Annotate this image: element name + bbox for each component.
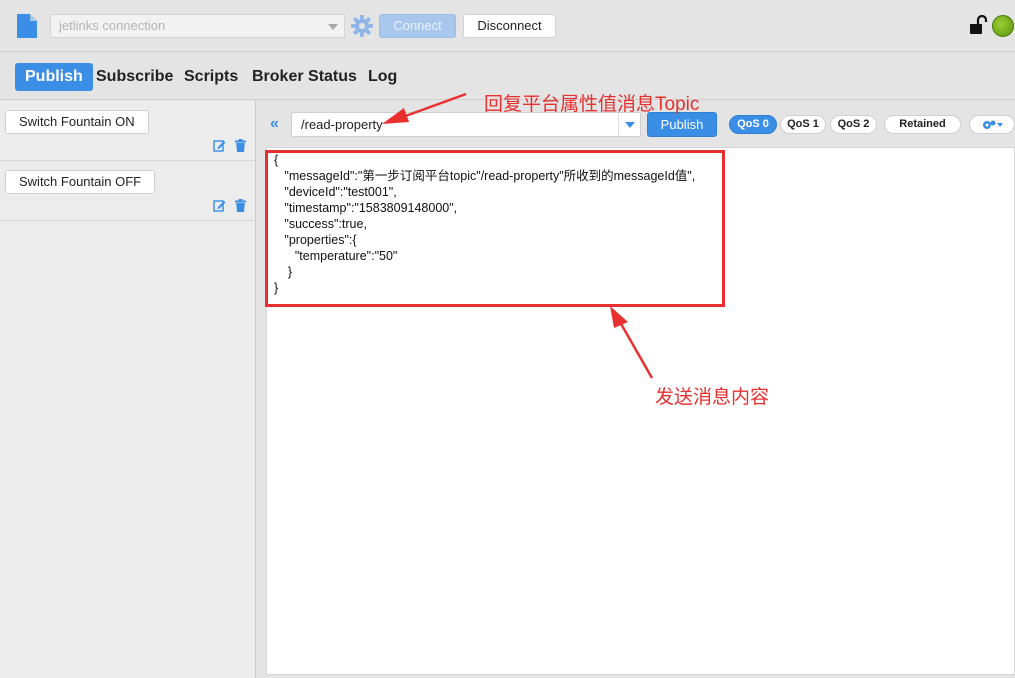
chevron-down-icon (625, 122, 635, 128)
qos-0-toggle[interactable]: QoS 0 (729, 115, 777, 134)
gear-icon[interactable] (351, 15, 373, 37)
tab-subscribe[interactable]: Subscribe (96, 63, 173, 91)
tab-publish[interactable]: Publish (15, 63, 93, 91)
edit-icon[interactable] (213, 139, 226, 152)
tab-broker-status[interactable]: Broker Status (252, 63, 357, 91)
retained-toggle[interactable]: Retained (884, 115, 961, 134)
connection-select[interactable]: jetlinks connection (50, 14, 345, 38)
topic-history-dropdown[interactable] (618, 113, 640, 136)
connect-button[interactable]: Connect (379, 14, 456, 38)
list-item: Switch Fountain ON (0, 101, 256, 161)
annotation-highlight-box (265, 150, 725, 307)
status-dot-icon (992, 15, 1014, 37)
trash-icon[interactable] (235, 199, 246, 212)
qos-2-toggle[interactable]: QoS 2 (830, 115, 877, 134)
unlock-icon (970, 15, 988, 34)
list-item: Switch Fountain OFF (0, 161, 256, 221)
options-gear-icon (983, 120, 1003, 129)
edit-icon[interactable] (213, 199, 226, 212)
trash-icon[interactable] (235, 139, 246, 152)
file-icon (17, 14, 37, 38)
annotation-topic-note: 回复平台属性值消息Topic (484, 94, 700, 115)
connection-select-value: jetlinks connection (59, 18, 166, 33)
disconnect-button[interactable]: Disconnect (463, 14, 556, 38)
top-toolbar: jetlinks connection Connect Disconnect (0, 0, 1015, 52)
options-dropdown[interactable] (969, 115, 1015, 134)
annotation-payload-note: 发送消息内容 (655, 387, 770, 408)
qos-1-toggle[interactable]: QoS 1 (780, 115, 826, 134)
script-button[interactable]: Switch Fountain OFF (5, 170, 156, 194)
tab-log[interactable]: Log (368, 63, 397, 91)
scripts-panel: Switch Fountain ON Switch Fountain OFF (0, 101, 256, 678)
collapse-panel-icon[interactable]: « (270, 114, 286, 134)
chevron-down-icon (328, 24, 338, 30)
tab-scripts[interactable]: Scripts (184, 63, 238, 91)
script-button[interactable]: Switch Fountain ON (5, 110, 149, 134)
